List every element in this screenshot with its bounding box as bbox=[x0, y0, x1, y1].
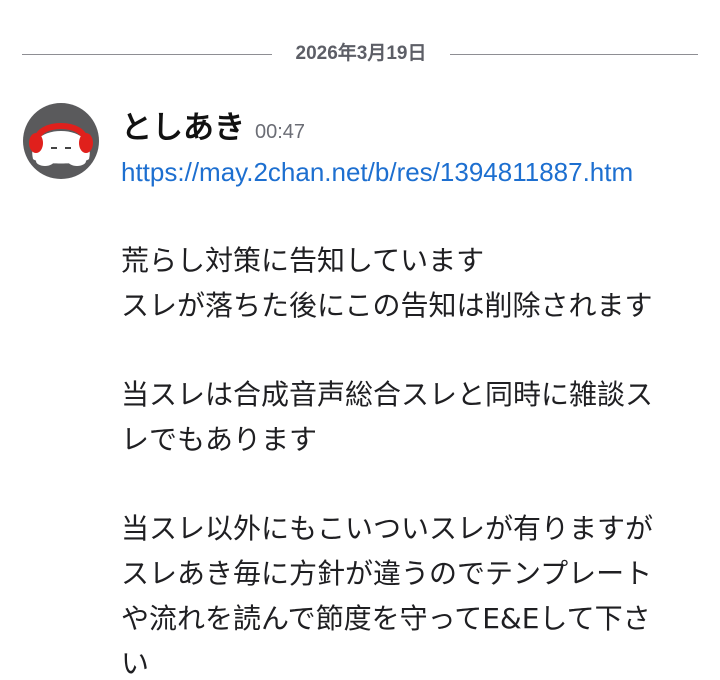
message-author[interactable]: としあき bbox=[121, 108, 245, 148]
divider-date: 2026年3月19日 bbox=[295, 43, 427, 64]
date-divider: 2026年3月19日 bbox=[22, 38, 698, 70]
message-text-line: や流れを読んで節度を守ってE&Eして下さ bbox=[121, 602, 651, 635]
avatar[interactable] bbox=[23, 103, 99, 179]
avatar-character-icon bbox=[29, 123, 93, 166]
message-text-line: い bbox=[121, 647, 150, 680]
divider-line-right bbox=[450, 54, 698, 55]
message-paragraph: 当スレは合成音声総合スレと同時に雑談ス レでもあります bbox=[121, 372, 706, 462]
message-text-line: スレあき毎に方針が違うのでテンプレート bbox=[121, 557, 653, 590]
message-text-line: 荒らし対策に告知しています bbox=[121, 244, 485, 277]
message-text-line: 当スレ以外にもこいついスレが有りますが bbox=[121, 512, 654, 545]
message-text-line: 当スレは合成音声総合スレと同時に雑談ス bbox=[121, 378, 654, 411]
message-paragraph: 荒らし対策に告知しています スレが落ちた後にこの告知は削除されます bbox=[121, 238, 706, 328]
message-timestamp: 00:47 bbox=[255, 121, 306, 143]
message-paragraph: 当スレ以外にもこいついスレが有りますが スレあき毎に方針が違うのでテンプレート … bbox=[121, 506, 706, 680]
divider-line-left bbox=[22, 54, 272, 55]
message-link[interactable]: https://may.2chan.net/b/res/1394811887.h… bbox=[121, 155, 633, 189]
message-text-line: スレが落ちた後にこの告知は削除されます bbox=[121, 289, 653, 322]
message-text-line: レでもあります bbox=[121, 423, 318, 456]
